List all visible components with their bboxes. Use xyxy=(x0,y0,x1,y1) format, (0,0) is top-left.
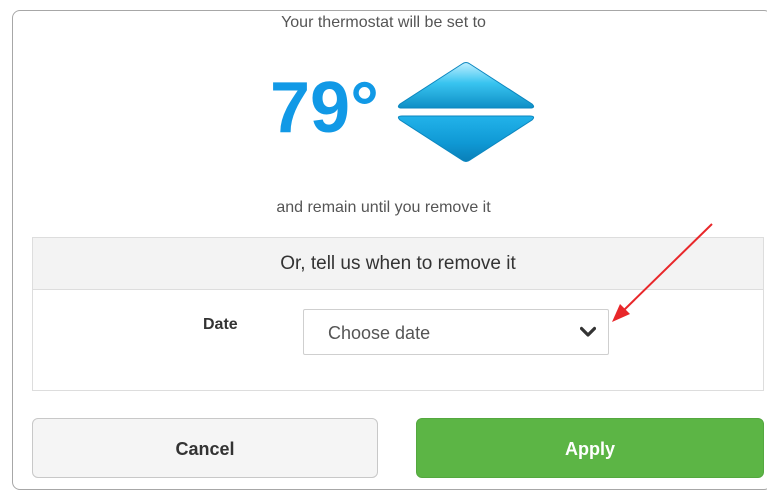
arrow-down-icon[interactable] xyxy=(397,115,535,162)
temperature-value: 79° xyxy=(270,68,379,148)
temperature-down-button[interactable] xyxy=(397,115,535,162)
apply-button[interactable]: Apply xyxy=(416,418,764,478)
date-label: Date xyxy=(203,316,238,333)
red-annotation-arrow xyxy=(600,218,720,328)
cancel-button[interactable]: Cancel xyxy=(32,418,378,478)
dialog-heading: Your thermostat will be set to xyxy=(281,14,486,31)
temperature-stepper[interactable] xyxy=(396,61,536,163)
date-select[interactable]: Choose date xyxy=(303,309,609,355)
dialog-subtext: and remain until you remove it xyxy=(276,199,491,216)
temperature-up-button[interactable] xyxy=(397,62,535,109)
chevron-down-icon[interactable] xyxy=(579,325,597,344)
arrow-up-icon[interactable] xyxy=(397,62,535,109)
date-select-value: Choose date xyxy=(328,323,431,343)
